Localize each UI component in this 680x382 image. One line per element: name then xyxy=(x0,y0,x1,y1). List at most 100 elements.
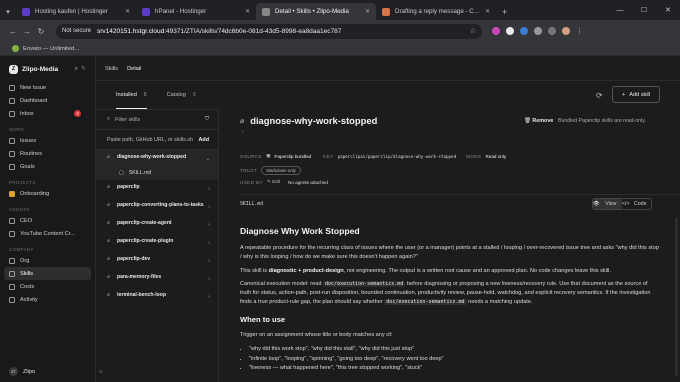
close-window-icon[interactable]: ✕ xyxy=(656,6,680,14)
breadcrumb: Skills Detail xyxy=(96,57,680,81)
user-name: Zlipo xyxy=(23,368,36,375)
view-button[interactable]: 👁 View xyxy=(593,199,622,209)
new-tab-plus-icon[interactable]: + xyxy=(496,3,513,20)
sidebar-item-issues[interactable]: Issues xyxy=(0,134,95,147)
browser-tab-1[interactable]: hPanel - Hostinger ✕ xyxy=(136,3,256,20)
sidebar-item-skills[interactable]: Skills xyxy=(4,267,91,280)
address-toolbar: ← → ↻ Not secure srv1420151.hstgr.cloud:… xyxy=(0,20,680,42)
paperclip-icon: ⌀ xyxy=(107,220,111,226)
chevron-right-icon[interactable]: › xyxy=(208,204,210,210)
chevron-right-icon[interactable]: › xyxy=(208,222,210,228)
sidebar-tools-icons[interactable]: ⌕✎ xyxy=(75,65,89,73)
back-arrow-icon[interactable]: ← xyxy=(6,27,20,36)
tab-search-icon[interactable]: ▾ xyxy=(0,3,16,20)
paste-row: Paste path, GitHub URL, or skills.sh Add xyxy=(96,130,218,150)
tab-catalog[interactable]: Catalog 0 xyxy=(167,81,196,109)
user-menu[interactable]: ZT Zlipo ☼ xyxy=(9,367,104,376)
sidebar-item-costs[interactable]: Costs xyxy=(0,280,95,293)
paperclip-icon: ⌀ xyxy=(107,292,111,298)
sidebar-item-routines[interactable]: Routines xyxy=(0,147,95,160)
list-item[interactable]: ⌀ paperclip-create-agent › xyxy=(96,216,218,234)
file-skill-md[interactable]: ▢ SKILL.md xyxy=(96,168,218,180)
sidebar: Z Zlipo-Media ⌕✎ New Issue Dashboard Inb… xyxy=(0,57,104,382)
list-item[interactable]: ⌀ paperclip-converting-plans-to-tasks › xyxy=(96,198,218,216)
app-root: Z Zlipo-Media ⌕✎ New Issue Dashboard Inb… xyxy=(0,57,680,382)
chevron-right-icon[interactable]: › xyxy=(208,240,210,246)
sidebar-item-youtube-agent[interactable]: YouTube Content Cr... xyxy=(0,227,95,240)
forward-arrow-icon[interactable]: → xyxy=(20,27,34,36)
paperclip-icon: ⌀ xyxy=(107,238,111,244)
browser-tab-3[interactable]: Drafting a reply message - Clau ✕ xyxy=(376,3,496,20)
paperclip-icon: ⌀ xyxy=(107,154,111,160)
tab-title: Detail • Skills • Zlipo-Media xyxy=(275,8,349,15)
close-icon[interactable]: ✕ xyxy=(365,8,370,15)
file-icon: ▢ xyxy=(119,170,124,176)
sidebar-item-new-issue[interactable]: New Issue xyxy=(0,81,95,94)
scrollbar[interactable] xyxy=(675,217,678,377)
window-controls: — ☐ ✕ xyxy=(608,0,680,20)
list-item[interactable]: ⌀ para-memory-files › xyxy=(96,270,218,288)
chevron-right-icon[interactable]: › xyxy=(208,276,210,282)
list-item[interactable]: ⌀ diagnose-why-work-stopped ⌄ xyxy=(96,150,218,168)
refresh-icon[interactable]: ⟳ xyxy=(596,91,603,100)
not-secure-label[interactable]: Not secure xyxy=(62,28,91,34)
arrow-icon: › xyxy=(242,129,244,135)
tab-title: hPanel - Hostinger xyxy=(155,8,207,15)
extension-icon[interactable] xyxy=(520,27,528,35)
sidebar-item-onboarding[interactable]: Onboarding xyxy=(0,187,95,200)
filter-funnel-icon[interactable]: ⛉ xyxy=(205,116,209,123)
tab-installed[interactable]: Installed 8 xyxy=(116,81,147,109)
list-item[interactable]: ⌀ paperclip-dev › xyxy=(96,252,218,270)
chevron-right-icon[interactable]: › xyxy=(208,186,210,192)
sidebar-item-dashboard[interactable]: Dashboard xyxy=(0,94,95,107)
extension-icon[interactable] xyxy=(492,27,500,35)
chevron-right-icon[interactable]: › xyxy=(208,258,210,264)
list-item[interactable]: ⌀ terminal-bench-loop › xyxy=(96,288,218,306)
view-mode-toggle: 👁 View </> Code xyxy=(592,198,652,210)
edit-used-by-link[interactable]: ✎ Edit xyxy=(267,179,280,185)
minimize-icon[interactable]: — xyxy=(608,7,632,14)
claude-favicon-icon xyxy=(382,7,390,16)
meta-usedby-row: USED BY ✎ Edit No agents attached xyxy=(240,179,328,185)
menu-dots-icon[interactable]: ⋮ xyxy=(576,27,583,35)
bookmark-envato[interactable]: Envato — Unlimited... xyxy=(23,46,79,52)
sidepanel-icon[interactable] xyxy=(548,27,556,35)
sidebar-item-org[interactable]: Org xyxy=(0,254,95,267)
close-icon[interactable]: ✕ xyxy=(485,8,490,15)
costs-icon xyxy=(9,283,15,290)
org-icon xyxy=(9,257,15,264)
list-item[interactable]: ⌀ paperclip › xyxy=(96,180,218,198)
remove-button[interactable]: 🗑 Remove xyxy=(524,118,553,124)
list-item[interactable]: ⌀ paperclip-create-plugin › xyxy=(96,234,218,252)
bookmark-star-icon[interactable]: ☆ xyxy=(470,27,476,35)
section-work-label: WORK xyxy=(9,127,25,132)
issues-icon xyxy=(9,137,15,144)
sidebar-item-activity[interactable]: Activity xyxy=(0,293,95,306)
markdown-h1: Diagnose Why Work Stopped xyxy=(240,226,360,236)
code-button[interactable]: </> Code xyxy=(622,199,651,209)
close-icon[interactable]: ✕ xyxy=(245,8,250,15)
chevron-right-icon[interactable]: › xyxy=(208,294,210,300)
sidebar-item-ceo[interactable]: CEO xyxy=(0,214,95,227)
browser-tab-0[interactable]: Hosting kaufen | Hostinger ✕ xyxy=(16,3,136,20)
close-icon[interactable]: ✕ xyxy=(125,8,130,15)
company-switcher[interactable]: Z Zlipo-Media ⌕✎ xyxy=(0,57,95,81)
maximize-icon[interactable]: ☐ xyxy=(632,6,656,14)
chevron-down-icon[interactable]: ⌄ xyxy=(206,156,210,162)
breadcrumb-detail: Detail xyxy=(127,65,142,72)
filter-skills-input[interactable]: Filter skills xyxy=(115,117,140,123)
extension-icon[interactable] xyxy=(506,27,514,35)
paste-source-input[interactable]: Paste path, GitHub URL, or skills.sh xyxy=(107,137,193,143)
sidebar-item-inbox[interactable]: Inbox 3 xyxy=(0,107,95,120)
breadcrumb-skills[interactable]: Skills xyxy=(105,66,118,72)
sidebar-item-goals[interactable]: Goals xyxy=(0,160,95,173)
extensions-puzzle-icon[interactable] xyxy=(534,27,542,35)
add-source-button[interactable]: Add xyxy=(199,137,209,143)
profile-avatar[interactable] xyxy=(562,27,570,35)
browser-tab-2[interactable]: Detail • Skills • Zlipo-Media ✕ xyxy=(256,3,376,20)
company-name: Zlipo-Media xyxy=(22,65,59,73)
add-skill-button[interactable]: + Add skill xyxy=(612,86,660,103)
url-bar[interactable]: Not secure srv1420151.hstgr.cloud:49371/… xyxy=(56,23,482,39)
envato-leaf-icon xyxy=(12,45,19,52)
reload-icon[interactable]: ↻ xyxy=(34,27,48,36)
